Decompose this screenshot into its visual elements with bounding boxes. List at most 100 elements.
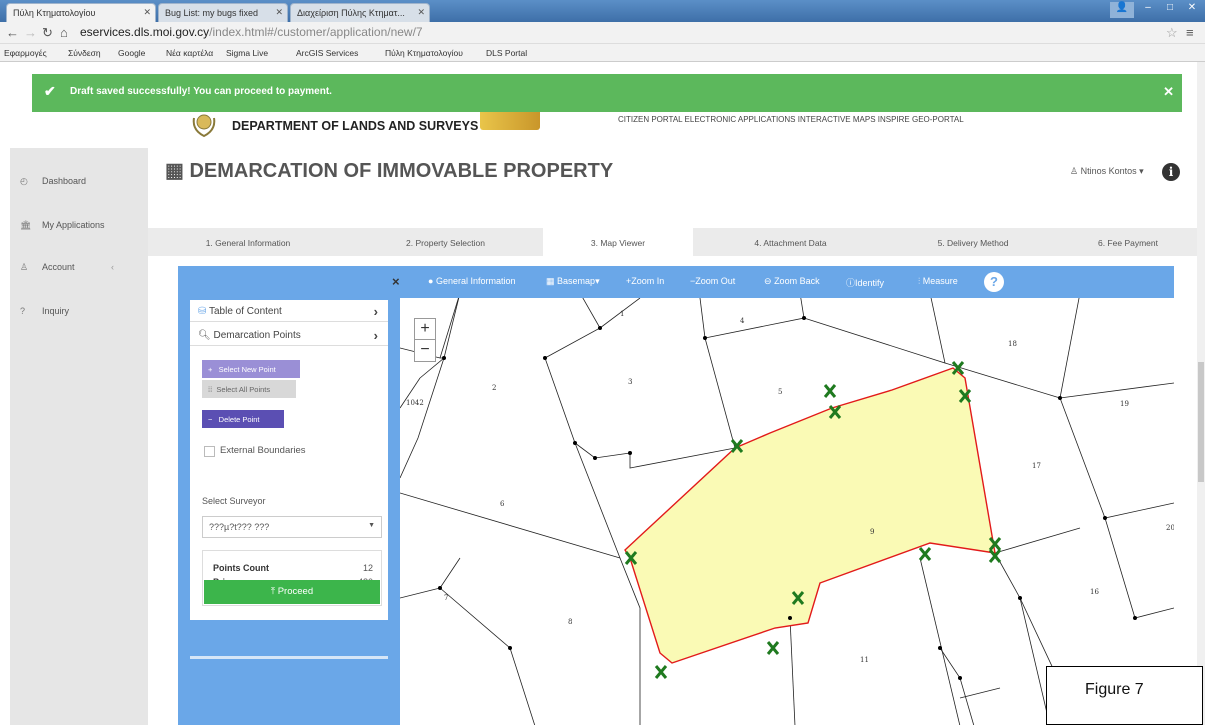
sidebar-item-dashboard[interactable]: ◴ Dashboard bbox=[20, 176, 86, 187]
chevron-right-icon: › bbox=[373, 328, 378, 343]
measure-button[interactable]: ⫶ Measure bbox=[918, 276, 958, 287]
sidebar-item-label: Dashboard bbox=[42, 176, 87, 186]
user-menu[interactable]: ♙ Ntinos Kontos ▾ bbox=[1070, 166, 1144, 177]
zoom-in-icon[interactable]: + bbox=[415, 319, 435, 340]
tab-map-viewer[interactable]: 3. Map Viewer bbox=[543, 228, 693, 256]
toolbar-label: General Information bbox=[435, 276, 516, 286]
sidebar: ◴ Dashboard 🏛 My Applications ♙ Account ‹ ?… bbox=[10, 148, 148, 725]
close-icon[interactable]: ✕ bbox=[1163, 84, 1174, 100]
tab-attachment-data[interactable]: 4. Attachment Data bbox=[693, 228, 888, 256]
star-icon[interactable]: ☆ bbox=[1166, 25, 1178, 41]
basemap-button[interactable]: ▦ Basemap▾ bbox=[546, 276, 600, 287]
user-name: Ntinos Kontos bbox=[1080, 166, 1137, 176]
parcel-label: 5 bbox=[778, 388, 782, 396]
select-new-point-button[interactable]: + Select New Point bbox=[202, 360, 300, 378]
zoom-out-icon[interactable]: − bbox=[415, 340, 435, 361]
home-icon[interactable]: ⌂ bbox=[60, 25, 68, 40]
dashboard-icon: ◴ bbox=[20, 176, 28, 186]
bookmark[interactable]: ArcGIS Services bbox=[296, 48, 358, 58]
surveyor-select[interactable]: ???µ?t??? ??? ▼ bbox=[202, 516, 382, 538]
page-title: ▦ DEMARCATION OF IMMOVABLE PROPERTY bbox=[165, 158, 613, 183]
browser-tab[interactable]: Διαχείριση Πύλης Κτηματ... ✕ bbox=[290, 3, 430, 22]
demarcation-point-marker bbox=[766, 641, 780, 655]
bookmark[interactable]: Google bbox=[118, 48, 145, 58]
panel-divider bbox=[190, 656, 388, 659]
close-panel-icon[interactable]: × bbox=[392, 274, 400, 289]
url-field[interactable]: eservices.dls.moi.gov.cy/index.html#/cus… bbox=[80, 25, 423, 39]
bookmark[interactable]: Sigma Live bbox=[226, 48, 268, 58]
surveyor-value: ???µ?t??? ??? bbox=[209, 522, 270, 532]
parcel-label: 3 bbox=[628, 378, 632, 386]
reload-icon[interactable]: ↻ bbox=[42, 25, 53, 41]
select-all-points-button[interactable]: ⁞⁞ Select All Points bbox=[202, 380, 296, 398]
close-tab-icon[interactable]: ✕ bbox=[143, 7, 151, 18]
help-icon[interactable]: ? bbox=[984, 272, 1004, 292]
tab-fee-payment[interactable]: 6. Fee Payment bbox=[1058, 228, 1198, 256]
tab-delivery-method[interactable]: 5. Delivery Method bbox=[888, 228, 1058, 256]
bookmark[interactable]: Πύλη Κτηματολογίου bbox=[385, 48, 463, 58]
parcel-label: 20 bbox=[1166, 524, 1174, 532]
close-tab-icon[interactable]: ✕ bbox=[275, 7, 283, 18]
user-icon: ♙ bbox=[1070, 166, 1079, 176]
top-navigation[interactable]: CITIZEN PORTAL ELECTRONIC APPLICATIONS I… bbox=[618, 115, 964, 124]
delete-point-button[interactable]: − Delete Point bbox=[202, 410, 284, 428]
proceed-button[interactable]: ⤒ Proceed bbox=[204, 580, 380, 604]
bookmark-apps[interactable]: Εφαρμογές bbox=[4, 48, 47, 58]
info-icon[interactable]: i bbox=[1162, 163, 1180, 181]
toolbar-label: Identify bbox=[855, 278, 885, 288]
bookmark[interactable]: Σύνδεση bbox=[68, 48, 101, 58]
identify-button[interactable]: ⓘIdentify bbox=[846, 276, 884, 289]
browser-tab[interactable]: Bug List: my bugs fixed ✕ bbox=[158, 3, 288, 22]
search-icon: 🔍︎ bbox=[198, 330, 211, 341]
coat-of-arms-icon bbox=[192, 114, 216, 138]
panel-card: ⛁ Table of Content › 🔍︎ Demarcation Poin… bbox=[190, 300, 388, 620]
forward-icon[interactable]: → bbox=[24, 25, 37, 40]
sidebar-item-my-applications[interactable]: 🏛 My Applications bbox=[20, 220, 105, 231]
zoom-in-button[interactable]: +Zoom In bbox=[626, 276, 664, 286]
back-icon[interactable]: ← bbox=[6, 25, 19, 40]
browser-tab[interactable]: Πύλη Κτηματολογίου ✕ bbox=[6, 3, 156, 22]
map-canvas[interactable]: 1 4 18 2 3 5 1042 19 17 6 9 20 7 16 8 11 bbox=[400, 298, 1174, 725]
menu-icon[interactable]: ≡ bbox=[1186, 25, 1194, 40]
parcel-label: 11 bbox=[860, 656, 869, 664]
sidebar-item-account[interactable]: ♙ Account ‹ bbox=[20, 262, 114, 273]
tab-property-selection[interactable]: 2. Property Selection bbox=[348, 228, 543, 256]
address-bar-row: ← → ↻ ⌂ eservices.dls.moi.gov.cy/index.h… bbox=[0, 22, 1205, 44]
demarcation-points-accordion[interactable]: 🔍︎ Demarcation Points › bbox=[190, 324, 388, 346]
bookmark[interactable]: DLS Portal bbox=[486, 48, 527, 58]
plus-icon: + bbox=[208, 365, 213, 374]
maximize-icon[interactable]: □ bbox=[1160, 2, 1180, 18]
bank-icon: 🏛 bbox=[20, 220, 32, 230]
external-boundaries-checkbox[interactable] bbox=[204, 446, 215, 457]
tab-label: Bug List: my bugs fixed bbox=[165, 8, 259, 18]
parcel-label: 7 bbox=[444, 594, 448, 602]
user-profile-icon[interactable]: 👤 bbox=[1110, 2, 1134, 18]
page-scrollbar[interactable] bbox=[1197, 62, 1205, 725]
minus-icon: − bbox=[208, 415, 213, 424]
general-information-button[interactable]: ● General Information bbox=[428, 276, 516, 286]
bookmark[interactable]: Νέα καρτέλα bbox=[166, 48, 213, 58]
grid-icon: ▦ bbox=[165, 160, 184, 182]
layers-icon: ⛁ bbox=[198, 306, 207, 317]
tab-general-information[interactable]: 1. General Information bbox=[148, 228, 348, 256]
parcel-label: 8 bbox=[568, 618, 572, 626]
zoom-out-button[interactable]: −Zoom Out bbox=[690, 276, 735, 286]
toolbar-label: Basemap bbox=[557, 276, 596, 286]
parcel-label: 9 bbox=[870, 528, 874, 536]
close-window-icon[interactable]: ✕ bbox=[1182, 2, 1202, 18]
select-all-icon: ⁞⁞ bbox=[208, 385, 213, 394]
toolbar-label: Measure bbox=[922, 276, 958, 286]
demarcation-point-marker bbox=[823, 384, 837, 398]
button-label: Proceed bbox=[277, 586, 314, 597]
minimize-icon[interactable]: – bbox=[1138, 2, 1158, 18]
chevron-down-icon: ▼ bbox=[368, 522, 375, 529]
zoom-back-button[interactable]: ⊖ Zoom Back bbox=[764, 276, 820, 287]
close-tab-icon[interactable]: ✕ bbox=[417, 7, 425, 18]
table-of-content-accordion[interactable]: ⛁ Table of Content › bbox=[190, 300, 388, 322]
parcel-label: 2 bbox=[492, 384, 496, 392]
sidebar-item-inquiry[interactable]: ? Inquiry bbox=[20, 306, 69, 316]
chevron-left-icon: ‹ bbox=[111, 262, 115, 272]
scrollbar-thumb[interactable] bbox=[1198, 362, 1204, 482]
cadastral-map[interactable]: 1 4 18 2 3 5 1042 19 17 6 9 20 7 16 8 11 bbox=[400, 298, 1174, 725]
map-zoom-control: + − bbox=[414, 318, 436, 362]
